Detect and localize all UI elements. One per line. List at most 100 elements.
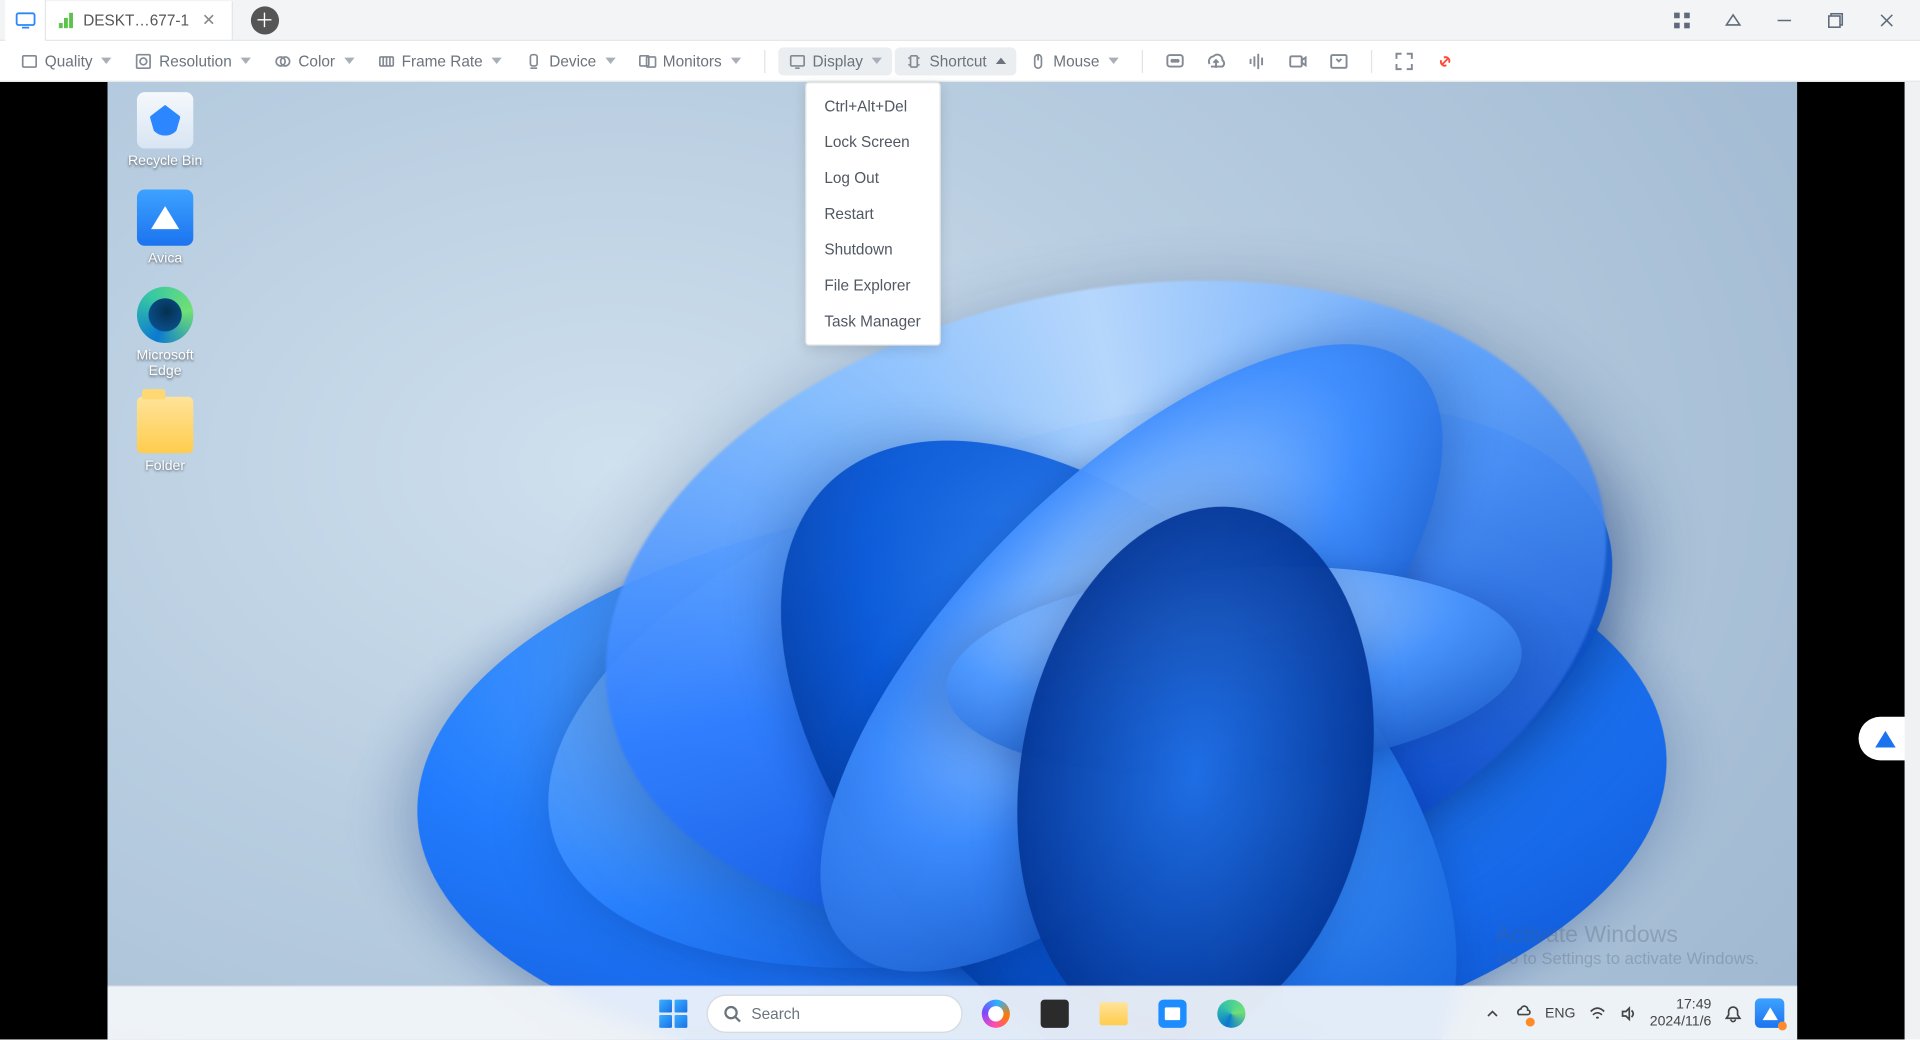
window-close-button[interactable] (1861, 1, 1912, 39)
screenshot-button[interactable] (1320, 43, 1358, 79)
chevron-down-icon (731, 58, 741, 64)
recycle-bin-icon (137, 92, 193, 148)
tray-language[interactable]: ENG (1545, 1005, 1576, 1020)
tray-chevron-up-icon[interactable] (1484, 1004, 1502, 1022)
watermark-title: Activate Windows (1496, 922, 1759, 949)
search-icon (723, 1004, 741, 1022)
shortcut-menu[interactable]: Shortcut (895, 47, 1016, 75)
taskbar-search[interactable]: Search (707, 994, 963, 1032)
remote-taskbar: Search ENG 17: (108, 986, 1798, 1040)
quality-menu[interactable]: Quality (10, 47, 122, 75)
frame-rate-menu[interactable]: Frame Rate (367, 47, 512, 75)
notifications-icon[interactable] (1724, 1004, 1742, 1022)
desktop-icon-avica[interactable]: Avica (116, 189, 213, 266)
remote-viewport: Recycle Bin Avica Microsoft Edge Folder … (0, 82, 1905, 1039)
dd-shutdown[interactable]: Shutdown (806, 232, 939, 268)
chat-button[interactable] (1156, 43, 1194, 79)
window-minimize-button[interactable] (1759, 1, 1810, 39)
dd-file-explorer[interactable]: File Explorer (806, 268, 939, 304)
taskbar-edge[interactable] (1206, 988, 1257, 1039)
device-menu[interactable]: Device (515, 47, 626, 75)
title-bar: DESKT…677-1 ✕ ＋ (0, 0, 1920, 41)
wifi-icon[interactable] (1588, 1004, 1606, 1022)
disconnect-button[interactable] (1426, 43, 1464, 79)
dd-log-out[interactable]: Log Out (806, 160, 939, 196)
mouse-menu[interactable]: Mouse (1019, 47, 1129, 75)
edge-icon (1217, 999, 1245, 1027)
start-button[interactable] (648, 988, 699, 1039)
chevron-down-icon (492, 58, 502, 64)
upload-button[interactable] (1197, 43, 1235, 79)
chevron-down-icon (605, 58, 615, 64)
audio-button[interactable] (1238, 43, 1276, 79)
desktop-icon-recycle-bin[interactable]: Recycle Bin (116, 92, 213, 169)
letterbox-left (0, 82, 108, 1039)
watermark-sub: Go to Settings to activate Windows. (1496, 948, 1759, 967)
chevron-down-icon (241, 58, 251, 64)
color-label: Color (298, 52, 335, 70)
taskbar-center: Search (648, 988, 1257, 1039)
chevron-down-icon (344, 58, 354, 64)
dd-ctrl-alt-del[interactable]: Ctrl+Alt+Del (806, 88, 939, 124)
search-placeholder: Search (751, 1004, 800, 1022)
chevron-down-icon (872, 58, 882, 64)
store-icon (1158, 999, 1186, 1027)
shortcut-dropdown: Ctrl+Alt+Del Lock Screen Log Out Restart… (805, 82, 941, 346)
avica-mini-icon (1875, 730, 1895, 747)
record-button[interactable] (1279, 43, 1317, 79)
dd-lock-screen[interactable]: Lock Screen (806, 124, 939, 160)
toolbar: Quality Resolution Color Frame Rate Devi… (0, 41, 1920, 82)
taskbar-file-explorer[interactable] (1088, 988, 1139, 1039)
monitors-menu[interactable]: Monitors (628, 47, 751, 75)
separator (1371, 49, 1372, 72)
remote-desktop[interactable]: Recycle Bin Avica Microsoft Edge Folder … (108, 82, 1798, 1039)
icon-label: Edge (116, 364, 213, 379)
folder-icon (137, 397, 193, 453)
device-label: Device (549, 52, 596, 70)
taskbar-store[interactable] (1147, 988, 1198, 1039)
panel-grid-button[interactable] (1656, 1, 1707, 39)
new-tab-button[interactable]: ＋ (250, 6, 278, 34)
windows-logo-icon (659, 999, 687, 1027)
up-triangle-button[interactable] (1708, 1, 1759, 39)
desktop-icon-folder[interactable]: Folder (116, 397, 213, 474)
copilot-icon (982, 999, 1010, 1027)
signal-icon (59, 12, 73, 27)
tray-avica-icon[interactable] (1755, 998, 1784, 1027)
icon-label: Avica (116, 251, 213, 266)
activation-watermark: Activate Windows Go to Settings to activ… (1496, 922, 1759, 968)
system-tray: ENG 17:49 2024/11/6 (1484, 997, 1785, 1029)
separator (764, 49, 765, 72)
mouse-label: Mouse (1053, 52, 1099, 70)
taskbar-app-dark[interactable] (1029, 988, 1080, 1039)
separator (1142, 49, 1143, 72)
tray-clock[interactable]: 17:49 2024/11/6 (1650, 997, 1712, 1029)
frame-rate-label: Frame Rate (402, 52, 483, 70)
quality-label: Quality (45, 52, 93, 70)
window-restore-button[interactable] (1810, 1, 1861, 39)
fullscreen-button[interactable] (1385, 43, 1423, 79)
clock-date: 2024/11/6 (1650, 1013, 1712, 1029)
session-tab[interactable]: DESKT…677-1 ✕ (46, 1, 232, 39)
vertical-scroll-gutter[interactable] (1905, 82, 1920, 1039)
wallpaper-bloom (108, 82, 1798, 1039)
avica-icon (137, 189, 193, 245)
volume-icon[interactable] (1619, 1004, 1637, 1022)
display-menu[interactable]: Display (778, 47, 892, 75)
window-controls (1656, 0, 1912, 41)
file-explorer-icon (1100, 1002, 1128, 1025)
tray-cloud-icon[interactable] (1514, 1002, 1532, 1024)
desktop-icon-edge[interactable]: Microsoft Edge (116, 287, 213, 379)
resolution-label: Resolution (159, 52, 232, 70)
icon-label: Microsoft (116, 348, 213, 363)
resolution-menu[interactable]: Resolution (125, 47, 262, 75)
close-tab-icon[interactable]: ✕ (199, 9, 218, 31)
icon-label: Folder (116, 458, 213, 473)
color-menu[interactable]: Color (264, 47, 365, 75)
taskbar-copilot[interactable] (970, 988, 1021, 1039)
clock-time: 17:49 (1650, 997, 1712, 1013)
icon-label: Recycle Bin (116, 154, 213, 169)
dd-restart[interactable]: Restart (806, 196, 939, 232)
chevron-down-icon (1108, 58, 1118, 64)
dd-task-manager[interactable]: Task Manager (806, 303, 939, 339)
